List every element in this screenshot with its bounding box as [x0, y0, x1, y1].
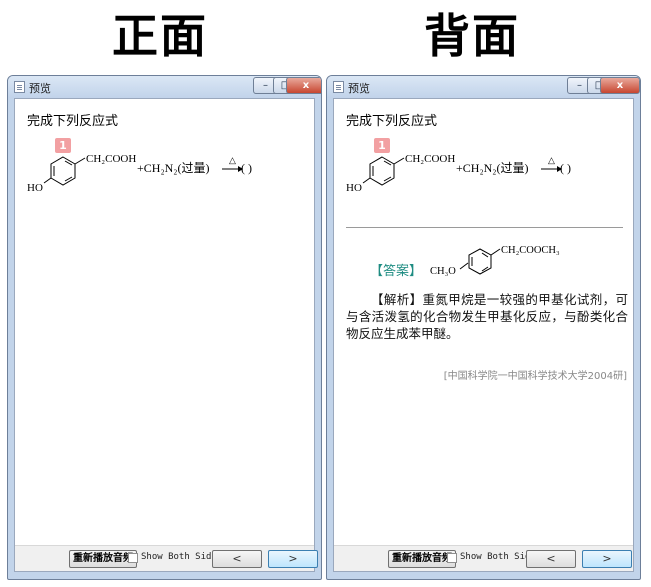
- show-both-sides-checkbox[interactable]: [128, 553, 138, 563]
- heat-symbol: △: [548, 155, 555, 165]
- answer-label: 【答案】: [370, 264, 423, 279]
- source-citation: [中国科学院一中国科学技术大学2004研]: [443, 371, 627, 382]
- app-icon: [14, 81, 25, 93]
- front-client-area: 完成下列反应式 1 CH₂COOH HO +CH₂N₂(过量) △ () 重新…: [14, 98, 318, 572]
- show-both-sides-checkbox[interactable]: [447, 553, 457, 563]
- back-client-area: 完成下列反应式 1 CH₂COOH HO +CH₂N₂(过量) △ () 【答…: [333, 98, 634, 572]
- back-window-title: 预览: [348, 82, 370, 95]
- question-heading: 完成下列反应式: [346, 114, 438, 129]
- previous-button[interactable]: <: [212, 550, 262, 568]
- replay-audio-button[interactable]: 重新播放音频: [69, 550, 137, 568]
- methoxy-label: CH₃O: [430, 266, 456, 277]
- back-card-content: 完成下列反应式 1 CH₂COOH HO +CH₂N₂(过量) △ () 【答…: [334, 99, 633, 545]
- back-title: 背面: [424, 9, 520, 63]
- back-footer: 重新播放音频 Show Both Sides < >: [334, 545, 633, 571]
- front-card-content: 完成下列反应式 1 CH₂COOH HO +CH₂N₂(过量) △ (): [15, 99, 314, 545]
- reaction-arrow: [541, 166, 562, 172]
- answer-structure: CH₃O CH₂COOCH₃: [430, 245, 560, 277]
- answer-benzene-ring: [459, 248, 501, 275]
- hydroxyl-label: HO: [27, 182, 43, 194]
- benzene-ring: [43, 156, 86, 186]
- next-button[interactable]: >: [582, 550, 632, 568]
- answer-substituent-label: CH₂COOCH₃: [501, 245, 560, 256]
- substituent-label: CH₂COOH: [405, 153, 455, 165]
- hydroxyl-label: HO: [346, 182, 362, 194]
- front-titlebar[interactable]: 预览 – □ x: [8, 76, 321, 98]
- next-button[interactable]: >: [268, 550, 318, 568]
- back-titlebar[interactable]: 预览 – □ x: [327, 76, 640, 98]
- reaction-equation: CH₂COOH HO +CH₂N₂(过量) △ ( ): [346, 153, 571, 194]
- heat-symbol: △: [229, 155, 236, 165]
- substituent-label: CH₂COOH: [86, 153, 136, 165]
- show-both-sides-label[interactable]: Show Both Sides: [141, 552, 222, 562]
- answer-divider: [346, 227, 623, 228]
- front-preview-window: 预览 – □ x 完成下列反应式 1 CH₂COOH HO +CH₂N₂(过量)…: [7, 75, 322, 580]
- product-blank: ( ): [241, 161, 252, 175]
- product-blank: ( ): [560, 161, 571, 175]
- replay-audio-button[interactable]: 重新播放音频: [388, 550, 456, 568]
- previous-button[interactable]: <: [526, 550, 576, 568]
- analysis-text: 【解析】重氮甲烷是一较强的甲基化试剂，可与含活泼氢的化合物发生甲基化反应，与酚类…: [346, 291, 628, 342]
- close-button[interactable]: x: [600, 77, 640, 94]
- front-window-title: 预览: [29, 82, 51, 95]
- close-button[interactable]: x: [286, 77, 321, 94]
- back-preview-window: 预览 – □ x 完成下列反应式 1 CH₂COOH HO +CH₂N₂(过量)…: [326, 75, 641, 580]
- reagent-label: +CH₂N₂(过量): [456, 161, 528, 175]
- front-footer: 重新播放音频 Show Both Sides < >: [15, 545, 318, 571]
- analysis-tag: 【解析】: [371, 292, 423, 307]
- reaction-arrow: [222, 166, 243, 172]
- reaction-equation: CH₂COOH HO +CH₂N₂(过量) △ ( ): [27, 153, 252, 194]
- question-heading: 完成下列反应式: [27, 114, 119, 129]
- reagent-label: +CH₂N₂(过量): [137, 161, 209, 175]
- front-title: 正面: [112, 9, 208, 63]
- benzene-ring: [362, 156, 405, 186]
- app-icon: [333, 81, 344, 93]
